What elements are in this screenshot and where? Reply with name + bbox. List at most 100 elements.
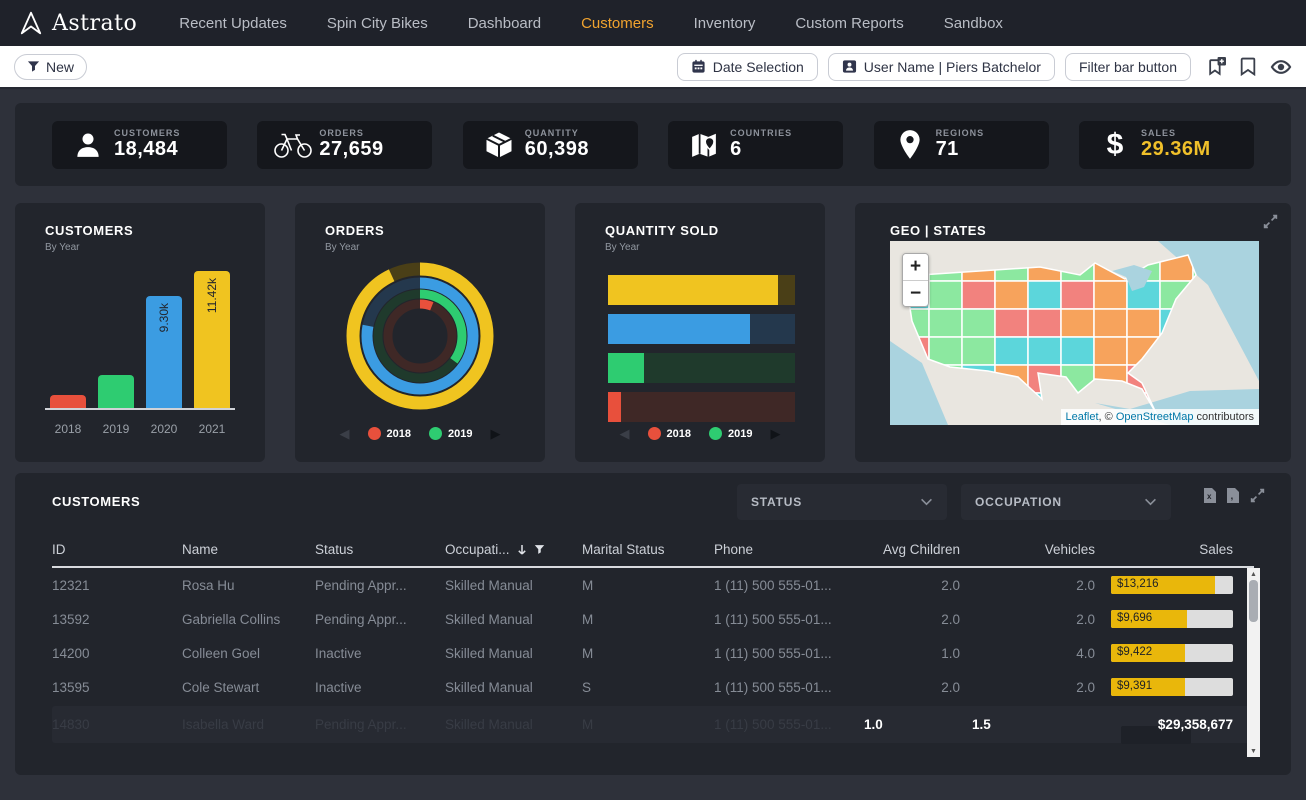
table-panel-icons: x , xyxy=(1203,487,1266,504)
state-shape[interactable] xyxy=(1061,337,1094,365)
export-excel-icon[interactable]: x xyxy=(1203,487,1217,504)
zoom-in-button[interactable]: + xyxy=(903,254,928,280)
legend-prev-icon[interactable]: ◀ xyxy=(620,427,630,440)
bookmark-add-icon[interactable] xyxy=(1207,57,1226,76)
charts-row: CUSTOMERS By Year 9.30k 11.42k 2018 2019… xyxy=(15,203,1291,462)
hbar-2018[interactable] xyxy=(608,392,795,422)
nav-item-spin-city-bikes[interactable]: Spin City Bikes xyxy=(327,15,428,32)
nav-item-custom-reports[interactable]: Custom Reports xyxy=(795,15,903,32)
hbar-2020[interactable] xyxy=(608,314,795,344)
leaflet-map[interactable]: + − Leaflet, © OpenStreetMap contributor… xyxy=(890,241,1259,425)
user-name-button[interactable]: User Name | Piers Batchelor xyxy=(828,53,1055,81)
zoom-out-button[interactable]: − xyxy=(903,280,928,306)
nav-item-dashboard[interactable]: Dashboard xyxy=(468,15,541,32)
col-header-occupation[interactable]: Occupati... xyxy=(445,542,582,557)
cell-avg-children: 2.0 xyxy=(864,612,972,627)
cell-id: 13595 xyxy=(52,680,182,695)
x-tick: 2021 xyxy=(194,422,230,436)
legend-next-icon[interactable]: ▶ xyxy=(770,427,780,440)
cell-sales: $9,696 xyxy=(1107,610,1245,628)
scroll-up-icon[interactable]: ▲ xyxy=(1250,568,1257,580)
table-row[interactable]: 12321 Rosa Hu Pending Appr... Skilled Ma… xyxy=(52,568,1254,602)
donut-ring-2021[interactable] xyxy=(353,269,487,403)
legend-item-2019[interactable]: 2019 xyxy=(429,427,472,440)
column-filter-icon[interactable] xyxy=(534,544,545,555)
openstreetmap-link[interactable]: OpenStreetMap xyxy=(1116,411,1194,423)
bar-2021[interactable]: 11.42k xyxy=(194,271,230,408)
bar-2019[interactable] xyxy=(98,271,134,408)
legend-item-2018[interactable]: 2018 xyxy=(368,427,411,440)
table-scrollbar[interactable]: ▲ ▼ xyxy=(1247,568,1260,757)
cell-occupation: Skilled Manual xyxy=(445,646,582,661)
col-header-vehicles[interactable]: Vehicles xyxy=(972,542,1107,557)
legend-item-2019[interactable]: 2019 xyxy=(709,427,752,440)
occupation-filter-dropdown[interactable]: OCCUPATION xyxy=(961,484,1171,520)
expand-icon[interactable] xyxy=(1249,487,1266,504)
table-filters: STATUS OCCUPATION xyxy=(737,484,1171,520)
legend-dot-2018 xyxy=(368,427,381,440)
state-shape[interactable] xyxy=(995,337,1028,365)
export-csv-icon[interactable]: , xyxy=(1226,487,1240,504)
state-shape[interactable] xyxy=(995,281,1028,309)
bar-2020[interactable]: 9.30k xyxy=(146,271,182,408)
state-shape[interactable] xyxy=(929,281,962,309)
state-shape[interactable] xyxy=(1028,337,1061,365)
state-shape[interactable] xyxy=(995,309,1028,337)
col-header-sales[interactable]: Sales xyxy=(1107,542,1245,557)
state-shape[interactable] xyxy=(1094,309,1127,337)
state-shape[interactable] xyxy=(1061,309,1094,337)
col-header-avg-children[interactable]: Avg Children xyxy=(864,542,972,557)
date-selection-button[interactable]: Date Selection xyxy=(677,53,818,81)
bar-2018[interactable] xyxy=(50,271,86,408)
table-row[interactable]: 14200 Colleen Goel Inactive Skilled Manu… xyxy=(52,636,1254,670)
legend-prev-icon[interactable]: ◀ xyxy=(340,427,350,440)
bookmark-icon[interactable] xyxy=(1240,57,1256,76)
col-header-name[interactable]: Name xyxy=(182,542,315,557)
state-shape[interactable] xyxy=(929,309,962,337)
state-shape[interactable] xyxy=(1061,281,1094,309)
hbar-2019[interactable] xyxy=(608,353,795,383)
us-states-map[interactable] xyxy=(890,241,1259,425)
col-header-status[interactable]: Status xyxy=(315,542,445,557)
nav-item-recent-updates[interactable]: Recent Updates xyxy=(179,15,287,32)
state-shape[interactable] xyxy=(1028,309,1061,337)
leaflet-link[interactable]: Leaflet xyxy=(1066,411,1099,423)
col-header-id[interactable]: ID xyxy=(52,542,182,557)
state-shape[interactable] xyxy=(1094,281,1127,309)
customers-bar-chart[interactable]: 9.30k 11.42k xyxy=(45,271,235,410)
scroll-down-icon[interactable]: ▼ xyxy=(1250,745,1257,757)
status-filter-dropdown[interactable]: STATUS xyxy=(737,484,947,520)
map-attribution: Leaflet, © OpenStreetMap contributors xyxy=(1061,409,1260,425)
cell-marital: M xyxy=(582,578,714,593)
kpi-value: 71 xyxy=(936,138,985,161)
legend-next-icon[interactable]: ▶ xyxy=(490,427,500,440)
table-row[interactable]: 13595 Cole Stewart Inactive Skilled Manu… xyxy=(52,670,1254,704)
orders-radial-chart[interactable] xyxy=(339,255,501,417)
col-header-phone[interactable]: Phone xyxy=(714,542,864,557)
filter-bar-button[interactable]: Filter bar button xyxy=(1065,53,1191,81)
state-shape[interactable] xyxy=(1028,281,1061,309)
new-filter-button[interactable]: New xyxy=(14,54,87,80)
nav-item-customers[interactable]: Customers xyxy=(581,15,654,32)
col-header-marital-status[interactable]: Marital Status xyxy=(582,542,714,557)
nav-item-inventory[interactable]: Inventory xyxy=(694,15,756,32)
hbar-2021[interactable] xyxy=(608,275,795,305)
sort-desc-icon[interactable] xyxy=(517,544,527,556)
quantity-bar-chart[interactable] xyxy=(608,275,795,422)
nav-item-sandbox[interactable]: Sandbox xyxy=(944,15,1003,32)
eye-icon[interactable] xyxy=(1270,59,1292,75)
state-shape[interactable] xyxy=(1094,337,1127,365)
cell-phone: 1 (11) 500 555-01... xyxy=(714,612,864,627)
chart-subtitle: By Year xyxy=(325,242,515,253)
state-shape[interactable] xyxy=(962,309,995,337)
expand-icon[interactable] xyxy=(1262,213,1279,230)
state-shape[interactable] xyxy=(962,337,995,365)
state-shape[interactable] xyxy=(1127,309,1160,337)
table-row[interactable]: 13592 Gabriella Collins Pending Appr... … xyxy=(52,602,1254,636)
state-shape[interactable] xyxy=(962,281,995,309)
brand[interactable]: Astrato xyxy=(18,10,137,36)
scrollbar-thumb[interactable] xyxy=(1249,580,1258,622)
legend-item-2018[interactable]: 2018 xyxy=(648,427,691,440)
kpi-label: QUANTITY xyxy=(525,128,589,138)
astrato-logo-icon xyxy=(18,10,44,36)
